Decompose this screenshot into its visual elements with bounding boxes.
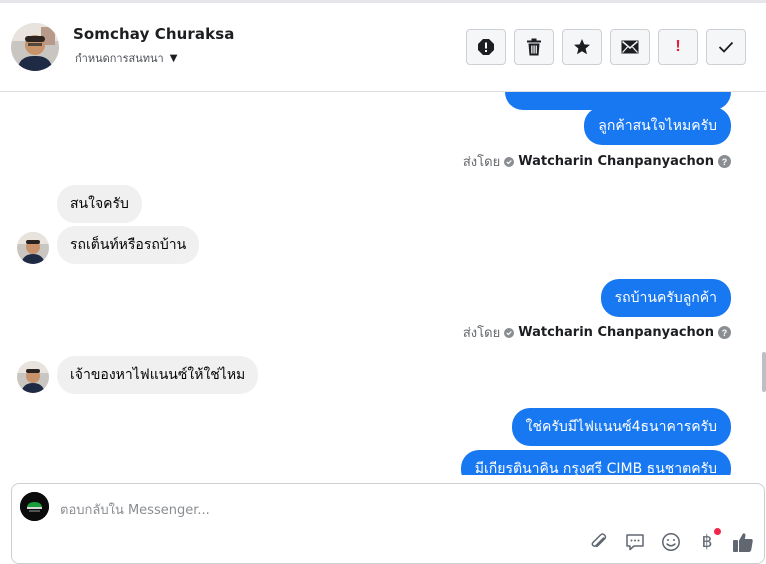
svg-text:?: ? bbox=[722, 328, 728, 338]
attach-button[interactable] bbox=[588, 531, 610, 553]
page-avatar bbox=[20, 492, 49, 521]
delete-button[interactable] bbox=[514, 29, 554, 65]
incoming-message[interactable]: รถเต็นท์หรือรถบ้าน bbox=[57, 226, 200, 264]
thumbs-up-icon bbox=[733, 533, 753, 552]
contact-avatar[interactable] bbox=[11, 23, 59, 71]
report-button[interactable] bbox=[466, 29, 506, 65]
composer-tools: ฿ bbox=[588, 528, 754, 553]
contact-avatar-small[interactable] bbox=[17, 361, 49, 393]
outgoing-message[interactable]: รถบ้านครับลูกค้า bbox=[600, 279, 731, 317]
conversation-label: กำหนดการสนทนา bbox=[75, 52, 164, 65]
report-icon bbox=[478, 39, 494, 55]
reply-input[interactable]: ตอบกลับใน Messenger... bbox=[60, 499, 210, 520]
exclamation-icon: ! bbox=[675, 38, 681, 55]
smiley-icon bbox=[662, 533, 680, 551]
header-actions: ! bbox=[466, 29, 746, 65]
mark-done-button[interactable] bbox=[706, 29, 746, 65]
message-thread[interactable]: ลูกค้าสนใจไหมครับ ส่งโดย Watcharin Chanp… bbox=[0, 92, 766, 475]
outgoing-message[interactable]: ใช่ครับมีไฟแนนซ์4ธนาคารครับ bbox=[511, 408, 731, 446]
caret-down-icon: ▼ bbox=[169, 52, 178, 64]
outgoing-message[interactable]: มีเกียรตินาคิน กรุงศรี CIMB ธนชาตครับ bbox=[460, 450, 731, 475]
like-button[interactable] bbox=[732, 531, 754, 553]
notification-dot bbox=[714, 528, 721, 535]
verified-icon bbox=[504, 156, 515, 167]
sent-by-label: ส่งโดย Watcharin Chanpanyachon ? bbox=[463, 322, 731, 343]
mark-unread-button[interactable] bbox=[610, 29, 650, 65]
incoming-message[interactable]: สนใจครับ bbox=[57, 185, 142, 223]
chat-bubble-icon bbox=[626, 534, 644, 551]
baht-icon: ฿ bbox=[701, 532, 713, 552]
conversation-label-dropdown[interactable]: กำหนดการสนทนา ▼ bbox=[75, 49, 177, 67]
sent-by-prefix: ส่งโดย bbox=[462, 326, 501, 341]
reply-composer: ตอบกลับใน Messenger... ฿ bbox=[11, 483, 765, 564]
mark-spam-button[interactable]: ! bbox=[658, 29, 698, 65]
payment-button[interactable]: ฿ bbox=[696, 528, 721, 553]
sent-by-agent[interactable]: Watcharin Chanpanyachon bbox=[518, 325, 714, 340]
sent-by-label: ส่งโดย Watcharin Chanpanyachon ? bbox=[463, 151, 731, 172]
star-icon bbox=[574, 39, 590, 55]
thread-scrollbar[interactable] bbox=[762, 352, 766, 392]
envelope-icon bbox=[621, 40, 639, 54]
outgoing-message[interactable]: ลูกค้าสนใจไหมครับ bbox=[584, 107, 731, 145]
sent-by-agent[interactable]: Watcharin Chanpanyachon bbox=[518, 154, 714, 169]
saved-replies-button[interactable] bbox=[624, 531, 646, 553]
paperclip-icon bbox=[591, 533, 607, 548]
emoji-button[interactable] bbox=[660, 531, 682, 553]
contact-avatar-small[interactable] bbox=[17, 232, 49, 264]
verified-icon bbox=[504, 327, 515, 338]
sent-by-prefix: ส่งโดย bbox=[462, 155, 501, 170]
star-button[interactable] bbox=[562, 29, 602, 65]
trash-icon bbox=[527, 38, 541, 56]
help-icon[interactable]: ? bbox=[718, 326, 731, 339]
contact-name[interactable]: Somchay Churaksa bbox=[73, 25, 234, 43]
svg-text:?: ? bbox=[722, 157, 728, 167]
incoming-message[interactable]: เจ้าของหาไฟแนนซ์ให้ใช่ไหม bbox=[57, 356, 259, 394]
checkmark-icon bbox=[718, 41, 734, 53]
help-icon[interactable]: ? bbox=[718, 155, 731, 168]
conversation-header: Somchay Churaksa กำหนดการสนทนา ▼ ! bbox=[0, 3, 766, 92]
